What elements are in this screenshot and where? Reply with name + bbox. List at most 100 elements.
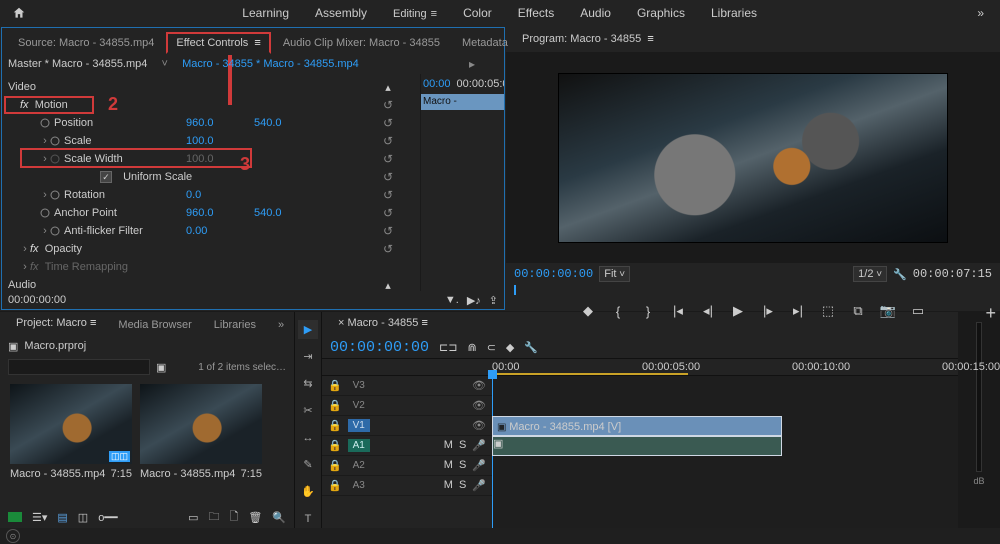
ec-scale-value[interactable]: 100.0 <box>186 135 226 147</box>
tab-sequence[interactable]: × Macro - 34855 ≡ <box>328 313 438 336</box>
project-clip[interactable]: Macro - 34855.mp47:15 <box>140 384 262 500</box>
marker-icon[interactable]: ◆ <box>506 341 514 354</box>
ec-rotation-value[interactable]: 0.0 <box>186 189 226 201</box>
wrench-icon[interactable]: 🔧 <box>893 268 907 281</box>
ws-effects[interactable]: Effects <box>512 2 560 24</box>
lift-icon[interactable]: ⬚ <box>820 303 836 319</box>
tab-audio-mixer[interactable]: Audio Clip Mixer: Macro - 34855 <box>273 33 450 54</box>
play-icon[interactable]: ▶ <box>730 303 746 319</box>
program-resolution-select[interactable]: 1/2 ˅ <box>853 266 887 282</box>
go-to-out-icon[interactable]: ▸| <box>790 303 806 319</box>
reset-icon[interactable]: ↺ <box>383 134 393 148</box>
track-a2[interactable]: A2 <box>348 459 370 472</box>
reset-icon[interactable]: ↺ <box>383 206 393 220</box>
ripple-edit-tool-icon[interactable]: ⇆ <box>298 374 318 393</box>
lock-icon[interactable]: 🔒 <box>328 399 342 412</box>
solo-icon[interactable]: S <box>459 479 466 492</box>
lock-icon[interactable]: 🔒 <box>328 459 342 472</box>
work-area-bar[interactable] <box>492 373 688 375</box>
tab-metadata[interactable]: Metadata <box>452 33 518 54</box>
type-tool-icon[interactable]: T <box>298 509 318 528</box>
ws-editing[interactable]: Editing≡ <box>387 2 443 24</box>
stopwatch-icon[interactable] <box>50 136 60 146</box>
add-marker-icon[interactable]: ◆ <box>580 303 596 319</box>
ec-rotation[interactable]: Rotation <box>64 189 105 201</box>
voice-icon[interactable]: 🎤 <box>472 459 486 472</box>
lock-icon[interactable]: 🔒 <box>328 379 342 392</box>
timeline-audio-clip[interactable]: ▣ <box>492 436 782 456</box>
timeline-video-clip[interactable]: ▣ Macro - 34855.mp4 [V] <box>492 416 782 436</box>
stopwatch-icon[interactable] <box>40 118 50 128</box>
icon-view-icon[interactable]: ▤ <box>57 511 67 524</box>
auto-sequence-icon[interactable]: ▭ <box>188 511 198 524</box>
tab-libraries[interactable]: Libraries <box>204 315 266 336</box>
tab-program[interactable]: Program: Macro - 34855 ≡ <box>512 29 664 52</box>
mute-icon[interactable]: M <box>444 439 453 452</box>
lock-icon[interactable]: 🔒 <box>328 419 342 432</box>
trash-icon[interactable]: 🗑 <box>248 511 262 524</box>
solo-icon[interactable]: S <box>459 439 466 452</box>
export-frame-icon[interactable]: 📷 <box>880 303 896 319</box>
step-forward-icon[interactable]: |▸ <box>760 303 776 319</box>
ws-color[interactable]: Color <box>457 2 498 24</box>
ec-anchor-x[interactable]: 960.0 <box>186 207 226 219</box>
tab-source[interactable]: Source: Macro - 34855.mp4 <box>8 33 164 54</box>
ec-antiflicker-value[interactable]: 0.00 <box>186 225 226 237</box>
ws-learning[interactable]: Learning <box>236 2 295 24</box>
ws-libraries[interactable]: Libraries <box>705 2 763 24</box>
lock-icon[interactable]: 🔒 <box>328 439 342 452</box>
track-v2[interactable]: V2 <box>348 399 370 412</box>
timeline-timecode[interactable]: 00:00:00:00 <box>330 339 429 356</box>
chevron-up-icon[interactable]: ▴ <box>385 81 391 94</box>
home-icon[interactable] <box>10 4 28 22</box>
ec-position-y[interactable]: 540.0 <box>254 117 294 129</box>
ec-position[interactable]: Position <box>54 117 93 129</box>
search-icon[interactable]: 🔍 <box>272 511 286 524</box>
mute-icon[interactable]: M <box>444 459 453 472</box>
slip-tool-icon[interactable]: ↔ <box>298 428 318 447</box>
stopwatch-icon[interactable] <box>50 226 60 236</box>
ec-anchor-y[interactable]: 540.0 <box>254 207 294 219</box>
voice-icon[interactable]: 🎤 <box>472 439 486 452</box>
settings-icon[interactable]: 🔧 <box>524 341 538 354</box>
reset-icon[interactable]: ↺ <box>383 242 393 256</box>
solo-icon[interactable]: S <box>459 459 466 472</box>
ec-time-remapping[interactable]: Time Remapping <box>45 261 420 273</box>
program-timecode-current[interactable]: 00:00:00:00 <box>514 267 593 281</box>
linked-selection-icon[interactable]: ⊂ <box>487 341 496 354</box>
chevron-right-icon[interactable]: › <box>40 189 50 201</box>
extract-icon[interactable]: ⧉ <box>850 303 866 319</box>
reset-icon[interactable]: ↺ <box>383 188 393 202</box>
hand-tool-icon[interactable]: ✋ <box>298 482 318 501</box>
ec-opacity[interactable]: Opacity <box>45 243 356 255</box>
go-to-in-icon[interactable]: |◂ <box>670 303 686 319</box>
comparison-icon[interactable]: ▭ <box>910 303 926 319</box>
eye-icon[interactable]: 👁 <box>472 399 486 412</box>
reset-icon[interactable]: ↺ <box>383 152 393 166</box>
ws-assembly[interactable]: Assembly <box>309 2 373 24</box>
chevron-up-icon[interactable]: ▴ <box>385 279 391 292</box>
stopwatch-icon[interactable] <box>40 208 50 218</box>
snap-icon[interactable]: ⋒ <box>467 341 476 354</box>
timeline-clips-area[interactable]: ▣ Macro - 34855.mp4 [V] ▣ <box>492 376 958 528</box>
eye-icon[interactable]: 👁 <box>472 419 486 432</box>
ec-position-x[interactable]: 960.0 <box>186 117 226 129</box>
reset-icon[interactable]: ↺ <box>383 98 393 112</box>
eye-icon[interactable]: 👁 <box>472 379 486 392</box>
filter-icon[interactable]: ▼. <box>445 294 459 307</box>
ws-audio[interactable]: Audio <box>574 2 617 24</box>
reset-icon[interactable]: ↺ <box>383 170 393 184</box>
ws-overflow-icon[interactable]: » <box>971 2 990 24</box>
button-editor-icon[interactable]: + <box>985 303 996 324</box>
export-icon[interactable]: ⇪ <box>489 294 498 307</box>
selection-tool-icon[interactable]: ▶ <box>298 320 318 339</box>
program-monitor-view[interactable] <box>558 73 948 243</box>
ec-playhead-icon[interactable]: ▸ <box>469 57 475 71</box>
bin-icon[interactable]: ▣ <box>8 340 18 353</box>
ec-anchor[interactable]: Anchor Point <box>54 207 117 219</box>
lock-icon[interactable]: 🔒 <box>328 479 342 492</box>
track-v1[interactable]: V1 <box>348 419 370 432</box>
pen-tool-icon[interactable]: ✎ <box>298 455 318 474</box>
tab-media-browser[interactable]: Media Browser <box>108 315 201 336</box>
ec-ruler-clip[interactable]: Macro - 34855.mp4 <box>421 94 504 110</box>
